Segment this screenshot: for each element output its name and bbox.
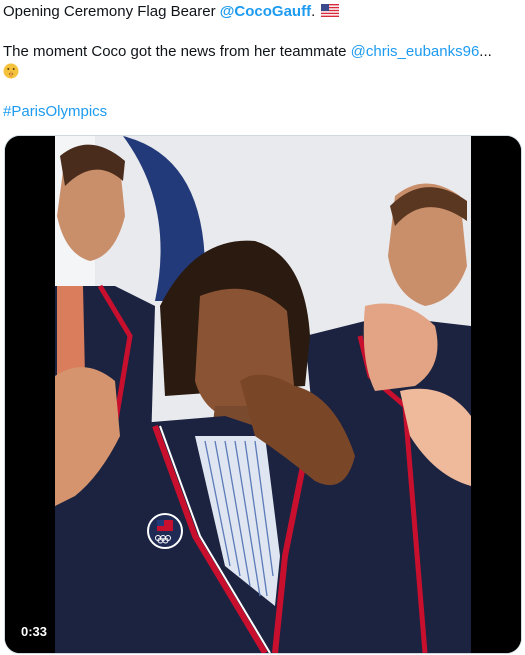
tweet-text-segment: .	[311, 3, 316, 20]
mention-cocogauff-link[interactable]: @CocoGauff	[220, 3, 311, 20]
tweet-line-4: #ParisOlympics	[3, 102, 518, 122]
video-timestamp: 0:33	[15, 622, 54, 641]
tweet-text-segment: ...	[479, 43, 492, 60]
tweet-line-1: Opening Ceremony Flag Bearer @CocoGauff.	[3, 2, 518, 22]
shushing-face-icon	[3, 63, 19, 79]
hashtag-parisolympics-link[interactable]: #ParisOlympics	[3, 103, 107, 120]
tweet-line-2: The moment Coco got the news from her te…	[3, 42, 518, 62]
video-player[interactable]: 0:33	[4, 135, 522, 654]
mention-chris-eubanks-link[interactable]: @chris_eubanks96	[351, 43, 480, 60]
video-frame	[5, 136, 521, 653]
tweet-line-3	[3, 62, 518, 82]
tweet-text-segment: The moment Coco got the news from her te…	[3, 43, 351, 60]
tweet-text: Opening Ceremony Flag Bearer @CocoGauff.…	[3, 2, 518, 122]
tweet-text-segment: Opening Ceremony Flag Bearer	[3, 3, 220, 20]
us-flag-icon	[321, 4, 340, 17]
